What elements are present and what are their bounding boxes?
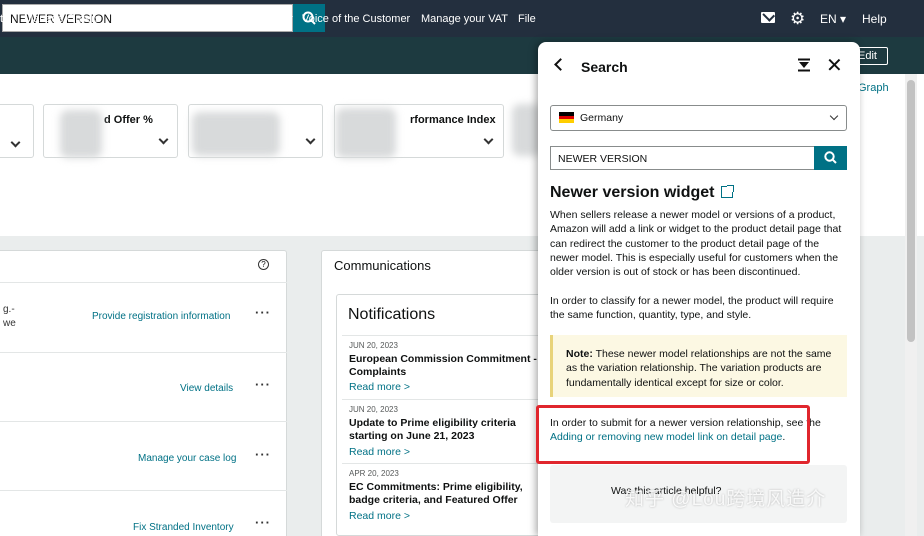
- notification-headline[interactable]: EC Commitments: Prime eligibility, badge…: [349, 481, 539, 507]
- nav-item-feedback-manager[interactable]: Feedback Manager: [198, 13, 293, 25]
- note-callout: Note: These newer model relationships ar…: [550, 335, 847, 397]
- nav-item-partial[interactable]: ts: [0, 13, 9, 25]
- communications-title: Communications: [334, 258, 431, 273]
- chevron-down-icon: [829, 111, 839, 121]
- task-link-case-log[interactable]: Manage your case log: [138, 453, 236, 464]
- more-options-icon[interactable]: ···: [255, 515, 271, 530]
- blurred-content: [336, 108, 396, 158]
- external-link-icon[interactable]: [721, 185, 734, 198]
- watermark-text: 知乎 @Lou跨境风造介: [625, 489, 827, 510]
- task-link-stranded-inventory[interactable]: Fix Stranded Inventory: [133, 522, 234, 533]
- chevron-down-icon: [483, 134, 494, 145]
- task-link-view-details[interactable]: View details: [180, 383, 233, 394]
- notification-date: APR 20, 2023: [349, 469, 399, 478]
- divider: [342, 335, 542, 336]
- nav-item-manage-vat[interactable]: Manage your VAT: [421, 13, 508, 25]
- more-options-icon[interactable]: ···: [255, 377, 271, 392]
- marketplace-value: Germany: [580, 112, 624, 124]
- note-label: Note:: [566, 348, 593, 360]
- notification-headline[interactable]: European Commission Commitment - Complai…: [349, 353, 539, 379]
- more-options-icon[interactable]: ···: [255, 447, 271, 462]
- graph-link[interactable]: Graph: [858, 82, 889, 94]
- task-link-registration[interactable]: Provide registration information: [92, 311, 230, 322]
- divider: [342, 399, 542, 400]
- help-search-button[interactable]: [814, 146, 847, 170]
- metric-card-title: d Offer %: [104, 114, 153, 126]
- language-label: EN: [820, 12, 837, 26]
- divider: [0, 490, 287, 491]
- panel-title: Search: [581, 59, 628, 75]
- article-paragraph-1: When sellers release a newer model or ve…: [550, 209, 842, 279]
- nav-item-account-health[interactable]: Account Health: [111, 13, 186, 25]
- blurred-content: [192, 112, 280, 156]
- close-icon[interactable]: ✕: [826, 56, 843, 76]
- nav-item-manage-orders[interactable]: Manage Orders: [24, 13, 100, 25]
- help-link[interactable]: Help: [862, 12, 887, 26]
- article-paragraph-2: In order to classify for a newer model, …: [550, 295, 834, 322]
- search-icon: [824, 151, 837, 164]
- nav-item-voice-of-customer[interactable]: Voice of the Customer: [302, 13, 410, 25]
- notification-date: JUN 20, 2023: [349, 405, 398, 414]
- notification-date: JUN 20, 2023: [349, 341, 398, 350]
- notifications-title: Notifications: [348, 306, 436, 323]
- chevron-down-icon: [10, 137, 21, 148]
- article-title: Newer version widget: [550, 184, 715, 201]
- chevron-down-icon: [305, 134, 316, 145]
- read-more-link[interactable]: Read more >: [349, 381, 410, 393]
- divider: [0, 421, 287, 422]
- scrollbar-thumb[interactable]: [907, 80, 915, 342]
- read-more-link[interactable]: Read more >: [349, 510, 410, 522]
- actions-panel: [0, 250, 287, 536]
- note-text: These newer model relationships are not …: [566, 348, 832, 389]
- help-search-input[interactable]: NEWER VERSION: [550, 146, 815, 170]
- minimize-icon[interactable]: [797, 58, 811, 72]
- help-circle-icon[interactable]: ?: [258, 259, 269, 270]
- task-text: g.- we: [3, 304, 16, 329]
- divider: [342, 463, 542, 464]
- metric-card-1[interactable]: [0, 104, 34, 158]
- mail-icon[interactable]: [761, 12, 775, 23]
- notification-headline[interactable]: Update to Prime eligibility criteria sta…: [349, 417, 539, 443]
- gear-icon[interactable]: ⚙: [790, 10, 805, 27]
- chevron-down-icon: [158, 134, 169, 145]
- blurred-content: [60, 110, 102, 158]
- nav-item-file[interactable]: File: [518, 13, 536, 25]
- highlight-annotation-box: [536, 405, 810, 464]
- metric-card-title: rformance Index: [410, 114, 496, 126]
- read-more-link[interactable]: Read more >: [349, 446, 410, 458]
- germany-flag-icon: [559, 112, 574, 123]
- language-selector[interactable]: EN ▾: [820, 12, 846, 26]
- more-options-icon[interactable]: ···: [255, 305, 271, 320]
- divider: [0, 352, 287, 353]
- divider: [0, 282, 287, 283]
